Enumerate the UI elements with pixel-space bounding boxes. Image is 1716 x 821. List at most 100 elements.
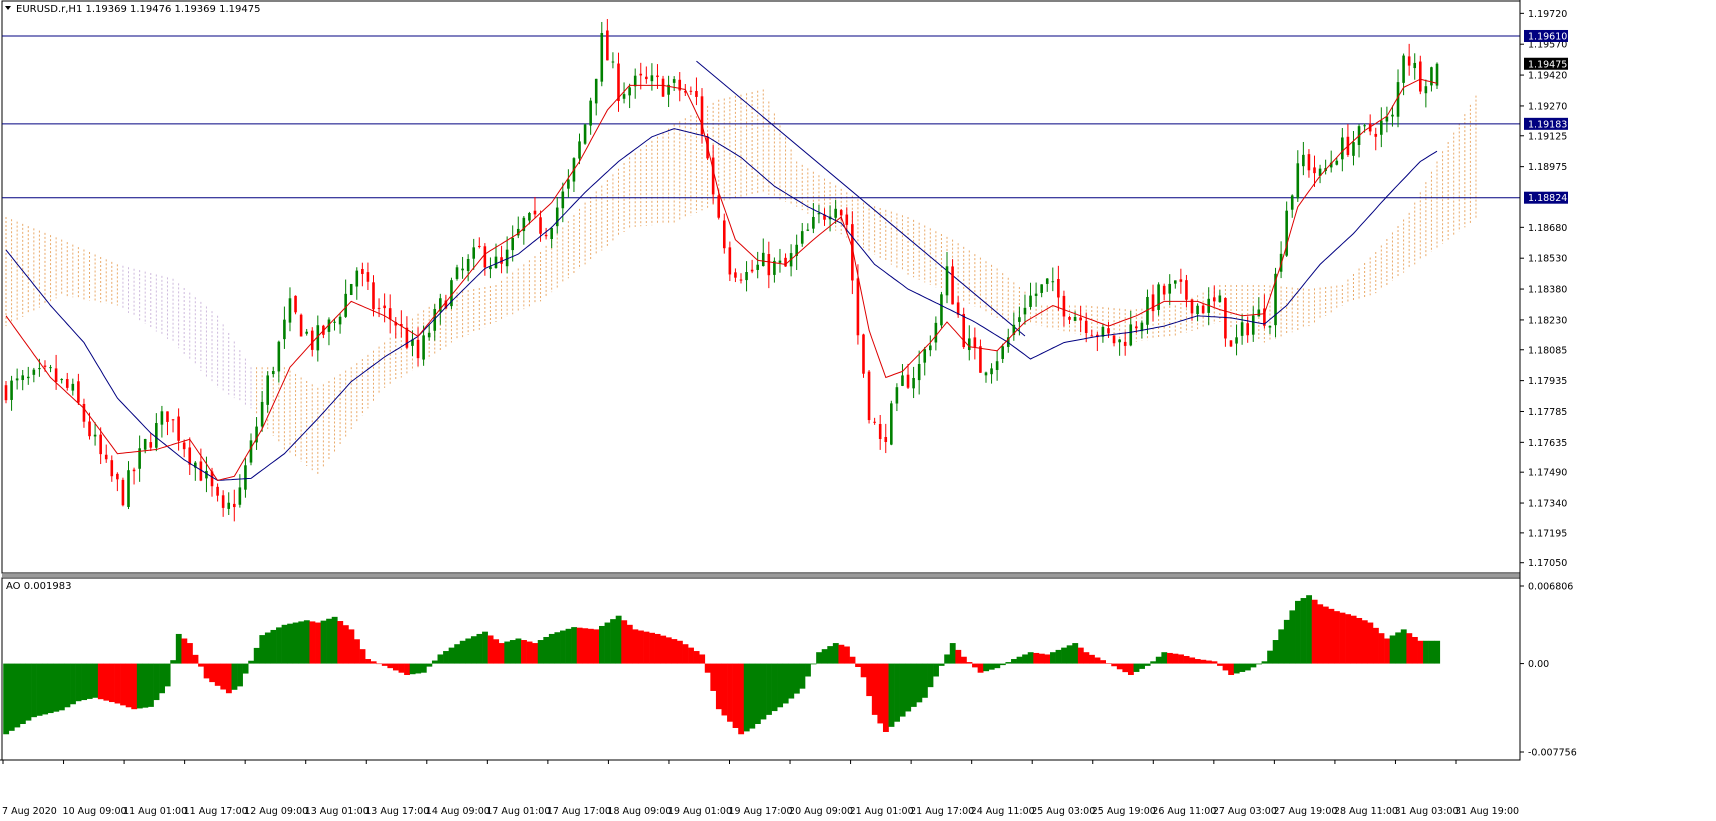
ao-bar [754, 663, 761, 725]
time-axis-label: 19 Aug 17:00 [729, 806, 793, 817]
price-chart[interactable]: 1.197201.195701.194201.192701.191251.189… [0, 0, 1716, 821]
candle-body [216, 486, 219, 496]
ao-bar [1011, 659, 1017, 664]
ao-bar [1172, 653, 1179, 664]
ao-bar [1261, 661, 1268, 664]
candle-body [784, 257, 787, 267]
candle-body [1162, 285, 1166, 295]
candle-body [589, 100, 592, 126]
candle-body [377, 307, 381, 309]
ao-bar [1033, 652, 1040, 664]
ao-bar [476, 633, 483, 664]
price-plot-area[interactable] [1, 0, 1521, 574]
ao-bar [1083, 652, 1090, 664]
ao-bar [682, 644, 689, 664]
ao-bar [259, 635, 266, 664]
ao-bar [53, 663, 60, 712]
time-axis-label: 11 Aug 01:00 [123, 806, 187, 817]
ao-bar [509, 640, 516, 664]
ao-bar [298, 621, 305, 664]
ao-bar [1217, 663, 1223, 666]
candle-body [1402, 55, 1405, 83]
candle-body [77, 381, 80, 403]
candle-body [1185, 280, 1188, 300]
candle-body [182, 442, 186, 450]
candle-body [43, 365, 47, 367]
candle-body [600, 33, 604, 82]
candle-body [88, 421, 91, 437]
time-axis-label: 21 Aug 01:00 [850, 806, 914, 817]
ao-bar [749, 663, 756, 729]
ao-bar [504, 641, 511, 664]
candle-body [1001, 346, 1004, 359]
candle-body [606, 30, 609, 61]
ao-bar [248, 660, 255, 664]
symbol-header: EURUSD.r,H1 1.19369 1.19476 1.19369 1.19… [16, 4, 260, 15]
level-price-tag-label: 1.19183 [1528, 119, 1567, 130]
candle-body [1341, 137, 1344, 160]
ao-bar [1077, 647, 1084, 664]
candle-body [121, 479, 125, 506]
ao-bar [1378, 633, 1385, 664]
time-axis-label: 18 Aug 09:00 [607, 806, 671, 817]
ao-bar [571, 627, 578, 664]
candle-body [461, 268, 464, 271]
ao-bar [855, 663, 862, 668]
candle-body [305, 331, 308, 334]
candle-body [979, 346, 982, 373]
candle-body [227, 502, 231, 509]
candle-body [232, 503, 236, 508]
candle-body [734, 272, 737, 278]
ao-bar [649, 632, 655, 664]
candle-body [967, 338, 971, 351]
ao-bar [1144, 663, 1151, 666]
ao-bar [8, 663, 15, 731]
ao-bar [1328, 608, 1335, 664]
ao-bar [576, 627, 583, 664]
price-axis-label: 1.18230 [1528, 315, 1567, 326]
candle-body [1374, 133, 1378, 137]
candle-body [1307, 154, 1311, 171]
ao-bar [1434, 640, 1441, 664]
ao-bar [983, 663, 990, 672]
pane-splitter[interactable] [2, 574, 1520, 577]
ao-bar [1395, 632, 1402, 664]
candle-body [511, 237, 514, 251]
price-axis-label: 1.18680 [1528, 223, 1567, 234]
ao-bar [1088, 654, 1095, 664]
candle-body [160, 411, 164, 425]
candle-body [477, 245, 481, 248]
ao-bar [42, 663, 49, 715]
candle-body [1296, 163, 1300, 199]
ao-bar [676, 640, 683, 664]
candle-body [1424, 86, 1428, 94]
candle-body [990, 368, 993, 375]
candle-body [583, 124, 587, 144]
candle-body [672, 79, 676, 83]
ao-bar [1345, 614, 1351, 664]
candle-body [929, 345, 932, 351]
ao-bar [548, 633, 555, 664]
ao-bar [1133, 663, 1140, 672]
candle-body [1129, 324, 1133, 346]
candle-body [1107, 328, 1110, 334]
time-axis-label: 11 Aug 17:00 [184, 806, 248, 817]
ao-bar [977, 663, 984, 673]
ao-bar [170, 660, 177, 664]
candle-body [800, 231, 804, 244]
candle-body [1290, 195, 1294, 210]
candle-body [834, 208, 837, 218]
ao-bar [498, 643, 505, 664]
ao-bar [537, 640, 544, 664]
ao-bar [877, 663, 884, 724]
time-axis-label: 17 Aug 17:00 [547, 806, 611, 817]
candle-body [260, 401, 264, 427]
candle-body [817, 213, 821, 215]
trading-terminal: 1.19720 1.19570 1.19420 1.19270 1.19125 1.189… [0, 0, 1716, 821]
ao-bar [721, 663, 728, 716]
ao-bar [777, 663, 784, 708]
time-axis-label: 31 Aug 19:00 [1455, 806, 1519, 817]
level-price-tag-label: 1.18824 [1528, 193, 1567, 204]
candle-body [728, 247, 732, 275]
candle-body [99, 434, 102, 455]
